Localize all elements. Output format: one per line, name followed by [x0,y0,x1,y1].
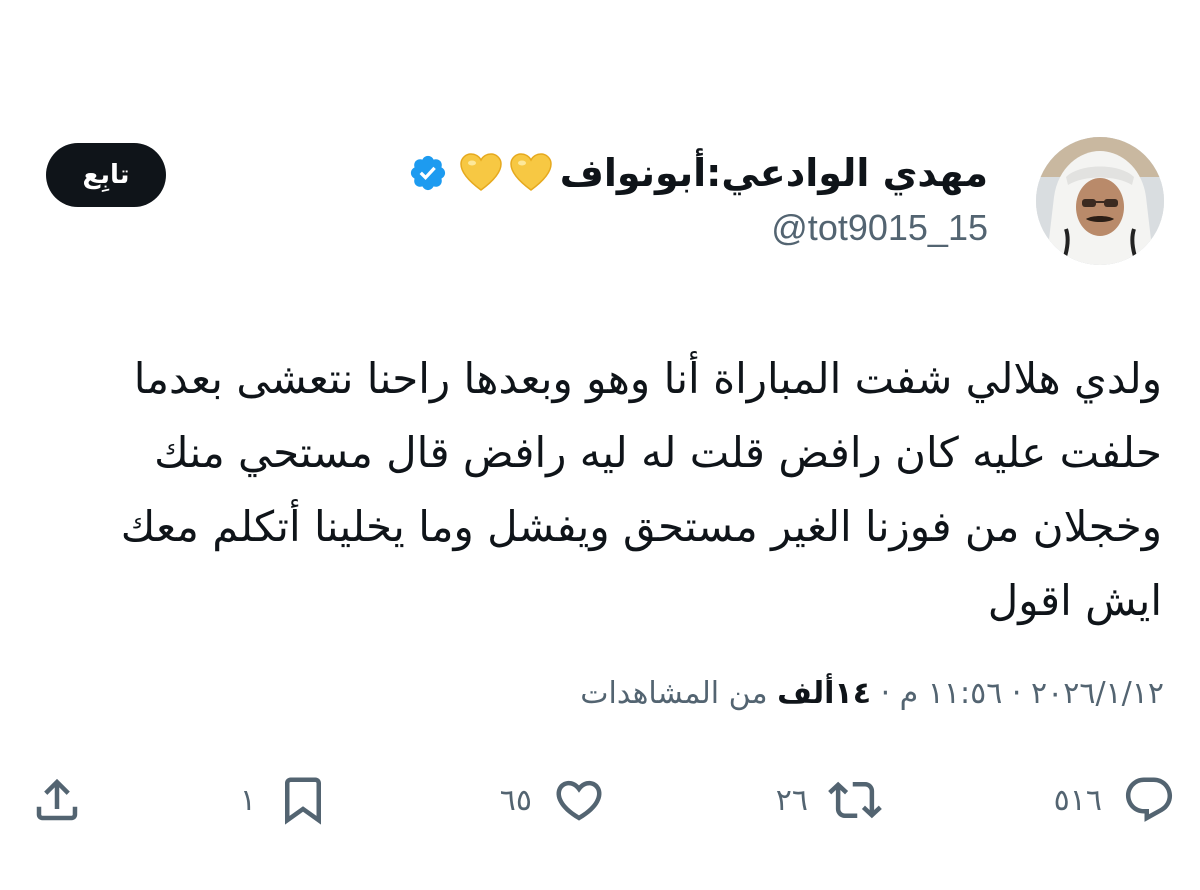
reply-count: ٥١٦ [1053,782,1102,818]
author-avatar[interactable] [1036,137,1164,265]
yellow-heart-icon [459,153,502,191]
author-handle[interactable]: @tot9015_15 [408,207,988,249]
bookmark-button[interactable]: ١ [240,760,330,840]
bookmark-icon [285,777,321,825]
share-button[interactable] [30,760,84,840]
verified-badge-icon[interactable] [408,153,448,193]
meta-separator: · [880,676,891,711]
tweet-text: ولدي هلالي شفت المباراة أنا وهو وبعدها ر… [120,354,1162,625]
author-names: مهدي الوادعي:أبونواف @tot9015_15 [408,145,988,249]
display-name[interactable]: مهدي الوادعي:أبونواف [560,151,988,195]
share-icon [36,778,78,821]
tweet-meta: ٢٠٢٦/١/١٢ · ١١:٥٦ م · ١٤ألف من المشاهدات [40,676,1164,711]
reply-button[interactable]: ٥١٦ [1054,760,1176,840]
reply-icon [1125,777,1173,822]
meta-separator: · [1011,676,1022,711]
views-label: من المشاهدات [580,676,768,711]
views-count: ١٤ألف [777,676,872,711]
like-button[interactable]: ٦٥ [500,760,606,840]
tweet-time[interactable]: ١١:٥٦ م [900,676,1003,711]
yellow-heart-icon [509,153,552,191]
tweet-date[interactable]: ٢٠٢٦/١/١٢ [1031,676,1164,711]
follow-button[interactable]: تابِع [46,143,166,207]
tweet-header: تابِع مهدي الوادعي:أبونواف @tot9015_15 [44,135,1164,270]
retweet-button[interactable]: ٢٦ [776,760,882,840]
action-bar: ٥١٦ ٢٦ ٦٥ ١ [30,760,1176,840]
retweet-count: ٢٦ [775,782,808,818]
like-count: ٦٥ [499,782,532,818]
heart-outline-icon [556,780,602,821]
retweet-icon [828,781,882,819]
bookmark-count: ١ [239,782,256,818]
avatar-image [1036,137,1164,265]
display-name-row[interactable]: مهدي الوادعي:أبونواف [408,145,988,201]
